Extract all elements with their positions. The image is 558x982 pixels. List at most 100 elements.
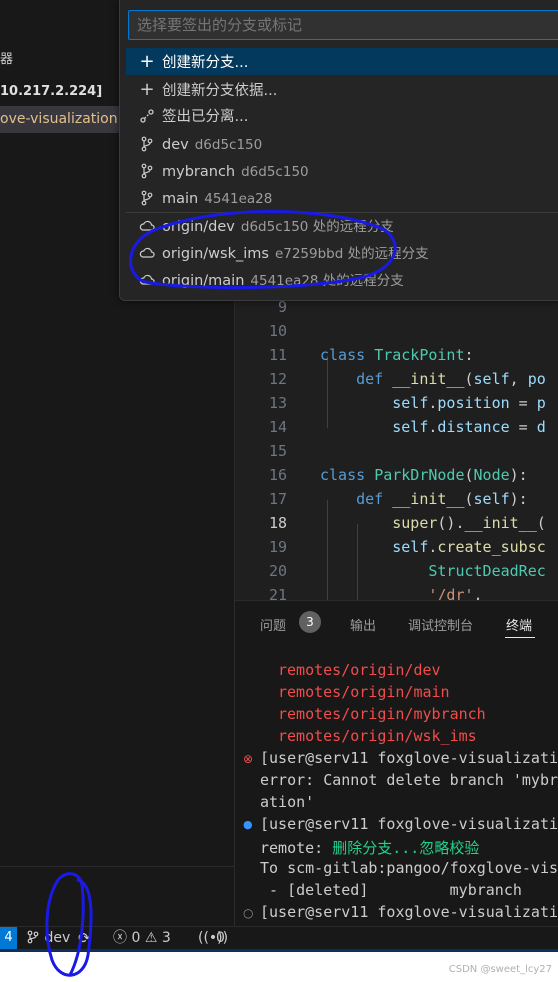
code-line[interactable]: class TrackPoint:: [320, 346, 474, 364]
terminal-remote-prefix: remote:: [260, 839, 333, 857]
quick-pick-item-branch-dev[interactable]: dev d6d5c150: [126, 132, 558, 159]
plus-icon: +: [139, 51, 155, 72]
branch-hash: d6d5c150: [194, 137, 263, 153]
plus-icon: +: [139, 79, 155, 100]
code-line[interactable]: self.distance = d: [320, 418, 546, 436]
active-tab-indicator: [505, 637, 535, 638]
git-branch-icon: [136, 132, 158, 159]
bottom-panel: 问题 3 输出 调试控制台 终端 remotes/origin/dev remo…: [235, 600, 558, 927]
cloud-icon: [136, 268, 158, 295]
code-line[interactable]: StructDeadRec: [320, 562, 545, 580]
cloud-icon: [136, 214, 158, 241]
line-number: 20: [268, 562, 287, 580]
code-line[interactable]: self.position = p: [320, 394, 546, 412]
quick-pick-item-create-branch[interactable]: + 创建新分支...: [126, 48, 558, 75]
quick-pick-item-label: 创建新分支...: [162, 55, 249, 71]
sync-icon[interactable]: ⟳: [78, 927, 91, 949]
quick-pick-item-label: 创建新分支依据...: [162, 83, 278, 99]
branch-hash: 4541ea28: [204, 191, 273, 207]
tab-problems[interactable]: 问题: [260, 615, 286, 634]
error-count: 0: [131, 930, 141, 946]
branch-name: dev: [162, 137, 189, 153]
terminal-remote-message: 删除分支...忽略校验: [332, 839, 480, 857]
quick-pick-item-remote-origin-main[interactable]: origin/main 4541ea28 处的远程分支: [126, 268, 558, 295]
code-line[interactable]: self.create_subsc: [320, 538, 546, 556]
tab-terminal[interactable]: 终端: [506, 615, 532, 634]
remote-branch-desc: e7259bbd 处的远程分支: [274, 246, 429, 262]
remote-branch-name: origin/dev: [162, 219, 235, 235]
workspace-folder-name[interactable]: ove-visualization: [0, 111, 118, 127]
git-branch-icon: [136, 159, 158, 186]
terminal-line: remote: 删除分支...忽略校验: [260, 837, 479, 858]
terminal-line: - [deleted] mybranch: [260, 881, 522, 899]
quick-pick-input[interactable]: [128, 10, 558, 40]
problems-status-item[interactable]: ⓧ 0 ⚠ 3: [113, 927, 171, 949]
command-success-decoration-icon[interactable]: ●: [243, 818, 253, 831]
remote-branch-name: origin/main: [162, 273, 245, 289]
problems-count-badge: 3: [299, 611, 321, 633]
command-pending-decoration-icon[interactable]: ○: [243, 906, 253, 920]
line-number: 21: [268, 586, 287, 600]
code-editor[interactable]: 9 10 11 12 13 14 15 16 17 18 19 20 21 cl…: [235, 296, 558, 600]
branch-name: main: [162, 191, 199, 207]
remote-branch-desc: d6d5c150 处的远程分支: [240, 219, 394, 235]
line-number: 10: [268, 322, 287, 340]
quick-pick-item-create-branch-from[interactable]: + 创建新分支依据...: [126, 76, 558, 103]
remote-branch-name: origin/wsk_ims: [162, 246, 269, 262]
line-number: 12: [268, 370, 287, 388]
terminal-line: remotes/origin/dev: [278, 661, 441, 679]
sidebar-divider: [0, 866, 234, 867]
quick-pick-item-remote-origin-dev[interactable]: origin/dev d6d5c150 处的远程分支: [126, 214, 558, 241]
code-line[interactable]: def __init__(self, po: [320, 370, 546, 388]
tab-debug-console[interactable]: 调试控制台: [408, 615, 473, 634]
terminal-line: [user@serv11 foxglove-visualizati: [260, 749, 558, 767]
sidebar-header-fragment: 器: [0, 52, 14, 67]
code-line[interactable]: super().__init__(: [320, 514, 546, 532]
remote-indicator[interactable]: 4: [0, 927, 17, 949]
branch-name: mybranch: [162, 164, 236, 180]
page-bottom-area: CSDN @sweet_lcy27: [0, 952, 558, 982]
branch-status-item[interactable]: dev: [26, 927, 70, 949]
error-icon: ⓧ: [113, 930, 127, 946]
terminal-line: [user@serv11 foxglove-visualizati: [260, 903, 558, 921]
code-line[interactable]: def __init__(self):: [320, 490, 528, 508]
line-number: 17: [268, 490, 287, 508]
terminal-line: [user@serv11 foxglove-visualizati: [260, 815, 558, 833]
watermark: CSDN @sweet_lcy27: [448, 964, 552, 975]
line-number: 11: [268, 346, 287, 364]
warning-count: 3: [161, 930, 171, 946]
ports-count: 0: [216, 930, 225, 946]
branch-name: dev: [44, 930, 71, 946]
terminal-line: error: Cannot delete branch 'mybr: [260, 771, 558, 789]
terminal-line: ation': [260, 793, 315, 811]
line-number: 14: [268, 418, 287, 436]
terminal-line: remotes/origin/wsk_ims: [278, 727, 477, 745]
remote-branch-desc: 4541ea28 处的远程分支: [250, 273, 404, 289]
quick-pick-item-branch-main[interactable]: main 4541ea28: [126, 186, 558, 213]
code-line[interactable]: class ParkDrNode(Node):: [320, 466, 528, 484]
command-error-decoration-icon[interactable]: ⊗: [243, 752, 253, 766]
quick-pick-item-branch-mybranch[interactable]: mybranch d6d5c150: [126, 159, 558, 186]
code-line[interactable]: '/dr',: [320, 586, 482, 600]
line-number: 19: [268, 538, 287, 556]
quick-pick-item-remote-origin-wsk-ims[interactable]: origin/wsk_ims e7259bbd 处的远程分支: [126, 241, 558, 268]
quick-pick-item-label: 签出已分离...: [162, 109, 249, 125]
line-number-active: 18: [268, 514, 287, 532]
git-branch-icon: [136, 186, 158, 213]
quick-pick-item-checkout-detached[interactable]: 签出已分离...: [126, 104, 558, 131]
branch-hash: d6d5c150: [241, 164, 309, 180]
line-number: 15: [268, 442, 287, 460]
cloud-icon: [136, 241, 158, 268]
quick-pick-separator: [126, 212, 558, 213]
git-detached-icon: [136, 104, 158, 131]
status-bar: 4 dev ⟳ ⓧ 0 ⚠ 3 ((•)) 0: [0, 926, 558, 949]
remote-host-label: 10.217.2.224]: [0, 84, 103, 99]
line-number: 16: [268, 466, 287, 484]
terminal-line: remotes/origin/main: [278, 683, 450, 701]
git-branch-icon: [26, 930, 44, 946]
terminal-line: To scm-gitlab:pangoo/foxglove-vis: [260, 859, 558, 877]
line-number: 13: [268, 394, 287, 412]
branch-quick-pick[interactable]: + 创建新分支... + 创建新分支依据... 签出已分离... dev d6d5c1…: [119, 0, 558, 301]
tab-output[interactable]: 输出: [350, 615, 376, 634]
warning-icon: ⚠: [144, 930, 158, 946]
